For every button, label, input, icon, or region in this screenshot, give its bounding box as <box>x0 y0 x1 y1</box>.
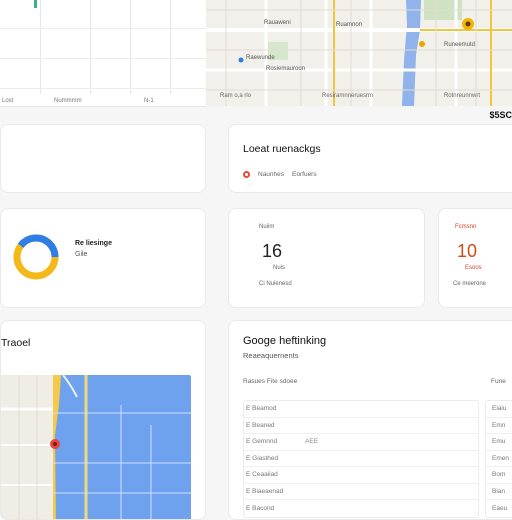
table-row[interactable]: Emu <box>486 434 512 451</box>
table-cell: E Ceaaiiad <box>246 471 278 479</box>
ranking-table-card[interactable]: Googe heftinking Reaeaquernents Rasues F… <box>228 320 512 520</box>
map-label: Rauaweni <box>264 20 291 26</box>
grid-line <box>0 88 206 89</box>
legend-item: Eorfuers <box>292 171 317 178</box>
axis-label: Nummmm <box>54 98 82 104</box>
map-label: Runeemutd <box>444 42 476 48</box>
table-cell: E Gemnnd <box>246 438 278 446</box>
table-cell: E Beaned <box>246 421 275 429</box>
stat-unit: Esoos <box>465 265 482 271</box>
donut-card[interactable]: Re liesinge Gile <box>0 208 206 308</box>
stat-label: Fcmsnn <box>455 224 477 230</box>
table-row[interactable]: Bian <box>486 484 512 500</box>
stat-footer: Ci Nuienesd <box>259 281 292 287</box>
table-header: Rasues Fite sdoee <box>243 378 298 385</box>
table-cell: E Bacond <box>246 504 275 512</box>
table-row[interactable]: E Ceaaiiad <box>244 467 478 484</box>
stat-unit: Nuis <box>273 265 286 271</box>
stat-footer-text: Ce meerone <box>453 281 487 287</box>
stat-card[interactable]: Nuiim 16 Nuis Ci Nuienesd <box>228 208 425 308</box>
top-map-footer: Ram o,a rlo Resiramnneruesrm Rotnreunnwr… <box>206 86 512 106</box>
table-cell: E Giasthed <box>246 454 279 462</box>
legend-item: Naunhes <box>258 171 285 178</box>
stat-value: 16 <box>262 241 283 261</box>
stat-footer: Ce meerone <box>453 281 486 287</box>
table-row[interactable]: Emen <box>486 451 512 467</box>
grid-line <box>0 28 206 29</box>
table-cell: Bian <box>492 487 506 495</box>
grid-line <box>90 0 91 94</box>
axis-label: N-1 <box>144 98 154 104</box>
grid-line <box>40 0 41 94</box>
table-row[interactable]: E Bacond <box>244 500 478 517</box>
donut-label: Re liesinge <box>75 240 112 247</box>
table-cell: Bom <box>492 471 506 479</box>
data-bar <box>34 0 37 8</box>
legend: Naunhes Eorfuers <box>243 171 317 178</box>
donut-label: Gile <box>75 251 88 259</box>
donut-chart <box>11 232 61 282</box>
card-title: Traoel <box>1 337 31 349</box>
card-subtitle: Reaeaquernents <box>243 351 299 360</box>
table-row[interactable]: Bom <box>486 467 512 484</box>
stat-card-alert[interactable]: Fcmsnn 10 Esoos Ce meerone <box>438 208 512 308</box>
legend-dot-icon <box>243 171 250 178</box>
stat-label: Nuiim <box>259 224 275 230</box>
map-label: Ruamnon <box>336 22 363 28</box>
stat-footer-text: Ci Nuienesd <box>259 281 292 287</box>
table-row[interactable]: Eaeu <box>486 500 512 517</box>
table-cell: Eaeu <box>492 504 508 512</box>
table-cell: Emu <box>492 438 506 446</box>
donut-legend: Re liesinge Gile <box>75 238 112 260</box>
scale-label: $5SC <box>489 110 512 120</box>
stat-value: 10 <box>457 241 478 261</box>
local-rankings-card[interactable]: Loeat ruenackgs Naunhes Eorfuers <box>228 124 512 193</box>
card-title: Googe heftinking <box>243 335 327 347</box>
map-label: Raewunde <box>246 55 275 61</box>
card-title: Loeat ruenackgs <box>243 143 321 155</box>
table-row[interactable]: E Biaeaenad <box>244 484 478 500</box>
table-cell: Eiaiu <box>492 405 507 413</box>
map-footer-left: Ram o,a rlo <box>220 93 252 99</box>
travel-map-card[interactable]: Traoel <box>0 320 206 520</box>
table-cell: Emen <box>492 454 509 462</box>
table-side: Eiaiu Emn Emu Emen Bom Bian Eaeu <box>485 400 512 518</box>
map-footer-right: Rotnreunnwrt <box>443 93 480 99</box>
table-cell: E Biaeaenad <box>246 487 284 495</box>
grid-line <box>170 0 171 94</box>
table: E Beamod E Beaned E Gemnnd AEE E Giasthed… <box>243 400 479 518</box>
map-label: Rosiemauroon <box>266 66 306 72</box>
table-row[interactable]: E Giasthed <box>244 451 478 467</box>
table-cell: E Beamod <box>246 405 277 413</box>
travel-map[interactable] <box>1 375 191 519</box>
table-row[interactable]: Eiaiu <box>486 401 512 418</box>
map-footer-center: Resiramnneruesrm <box>321 93 373 99</box>
grid-line <box>0 58 206 59</box>
grid-line <box>130 0 131 94</box>
table-cell: AEE <box>305 438 319 446</box>
empty-card <box>0 124 206 193</box>
table-row[interactable]: E Beamod <box>244 401 478 418</box>
table-row[interactable]: E Beaned <box>244 418 478 434</box>
table-header: Fune <box>491 378 506 385</box>
top-chart: Lost Nummmm N-1 <box>0 0 206 107</box>
table-row[interactable]: Emn <box>486 418 512 434</box>
table-row[interactable]: E Gemnnd AEE <box>244 434 478 451</box>
table-cell: Emn <box>492 421 506 429</box>
axis-label: Lost <box>2 98 14 104</box>
